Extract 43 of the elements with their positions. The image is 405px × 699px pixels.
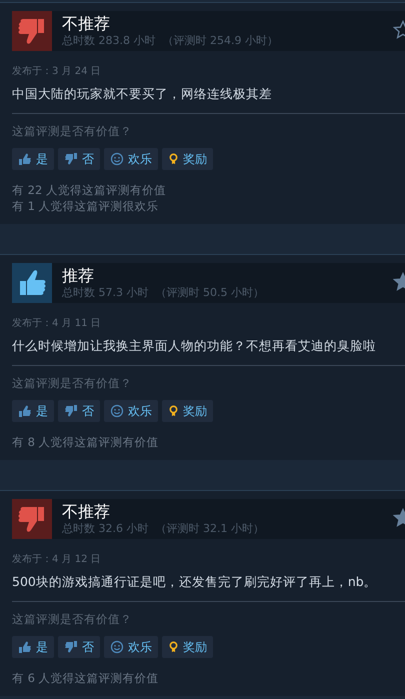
smiley-icon	[110, 640, 124, 654]
playtime-text: 总时数 32.6 小时 （评测时 32.1 小时）	[62, 522, 264, 536]
award-button[interactable]: 奖励	[162, 636, 213, 658]
review-verdict: 推荐	[62, 266, 95, 286]
medal-icon	[168, 404, 179, 418]
no-button[interactable]: 否	[58, 636, 100, 658]
thumbs-up-icon	[18, 640, 32, 654]
playtime-text: 总时数 283.8 小时 （评测时 254.9 小时）	[62, 34, 278, 48]
yes-button[interactable]: 是	[12, 636, 54, 658]
award-button[interactable]: 奖励	[162, 148, 213, 170]
review-text: 中国大陆的玩家就不要买了，网络连线极其差	[12, 85, 273, 103]
review-text: 500块的游戏搞通行证是吧，还发售完了刷完好评了再上，nb。	[12, 573, 378, 591]
helpful-question: 这篇评测是否有价值？	[12, 375, 133, 391]
no-button[interactable]: 否	[58, 148, 100, 170]
thumbs-up-icon	[18, 152, 32, 166]
helpful-question: 这篇评测是否有价值？	[12, 123, 133, 139]
funny-button[interactable]: 欢乐	[104, 148, 158, 170]
helpful-count: 有 8 人觉得这篇评测有价值	[12, 434, 160, 450]
post-date: 发布于：3 月 24 日	[12, 65, 102, 79]
thumbs-up-icon	[18, 404, 32, 418]
helpful-question: 这篇评测是否有价值？	[12, 611, 133, 627]
smiley-icon	[110, 152, 124, 166]
playtime-text: 总时数 57.3 小时 （评测时 50.5 小时）	[62, 286, 264, 300]
funny-button[interactable]: 欢乐	[104, 400, 158, 422]
smiley-icon	[110, 404, 124, 418]
review-text: 什么时候增加让我换主界面人物的功能？不想再看艾迪的臭脸啦	[12, 337, 377, 355]
award-button[interactable]: 奖励	[162, 400, 213, 422]
helpful-count: 有 6 人觉得这篇评测有价值	[12, 670, 160, 686]
post-date: 发布于：4 月 11 日	[12, 317, 102, 331]
yes-button[interactable]: 是	[12, 148, 54, 170]
medal-icon	[168, 640, 179, 654]
review-verdict: 不推荐	[62, 502, 111, 522]
yes-button[interactable]: 是	[12, 400, 54, 422]
thumbs-down-icon	[64, 404, 78, 418]
helpful-count: 有 1 人觉得这篇评测很欢乐	[12, 198, 160, 214]
thumbs-down-icon	[64, 152, 78, 166]
review-verdict: 不推荐	[62, 14, 111, 34]
no-button[interactable]: 否	[58, 400, 100, 422]
helpful-count: 有 22 人觉得这篇评测有价值	[12, 182, 167, 198]
post-date: 发布于：4 月 12 日	[12, 553, 102, 567]
funny-button[interactable]: 欢乐	[104, 636, 158, 658]
thumbs-down-icon	[64, 640, 78, 654]
medal-icon	[168, 152, 179, 166]
